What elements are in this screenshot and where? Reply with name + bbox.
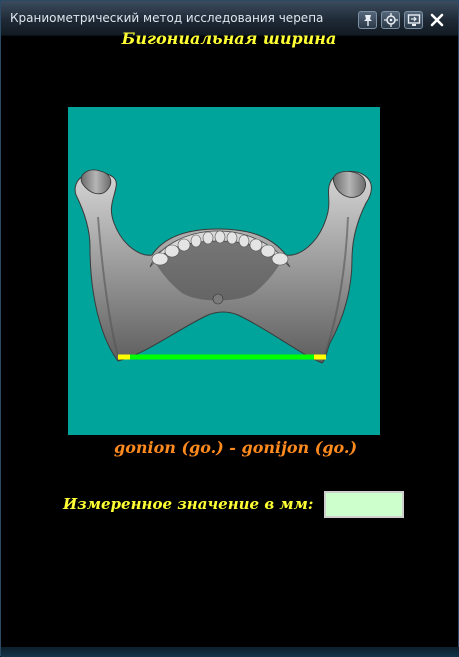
monitor-icon bbox=[407, 14, 421, 26]
mandible-illustration bbox=[74, 169, 372, 364]
measured-value-input[interactable] bbox=[324, 491, 404, 518]
window-title: Краниометрический метод исследования чер… bbox=[10, 11, 324, 25]
close-icon bbox=[430, 13, 444, 27]
page-heading: Бигониальная ширина bbox=[121, 29, 337, 48]
monitor-button[interactable] bbox=[404, 11, 423, 29]
landmark-caption: gonion (go.) - gonijon (go.) bbox=[114, 438, 358, 457]
pin-button[interactable] bbox=[358, 11, 377, 29]
measured-value-label: Измеренное значение в мм: bbox=[63, 495, 314, 513]
close-button[interactable] bbox=[428, 11, 446, 29]
target-button[interactable] bbox=[381, 11, 400, 29]
pin-icon bbox=[364, 15, 372, 26]
app-window: Краниометрический метод исследования чер… bbox=[0, 0, 459, 657]
target-icon bbox=[384, 13, 398, 27]
mandible-illustration-panel bbox=[68, 107, 380, 435]
